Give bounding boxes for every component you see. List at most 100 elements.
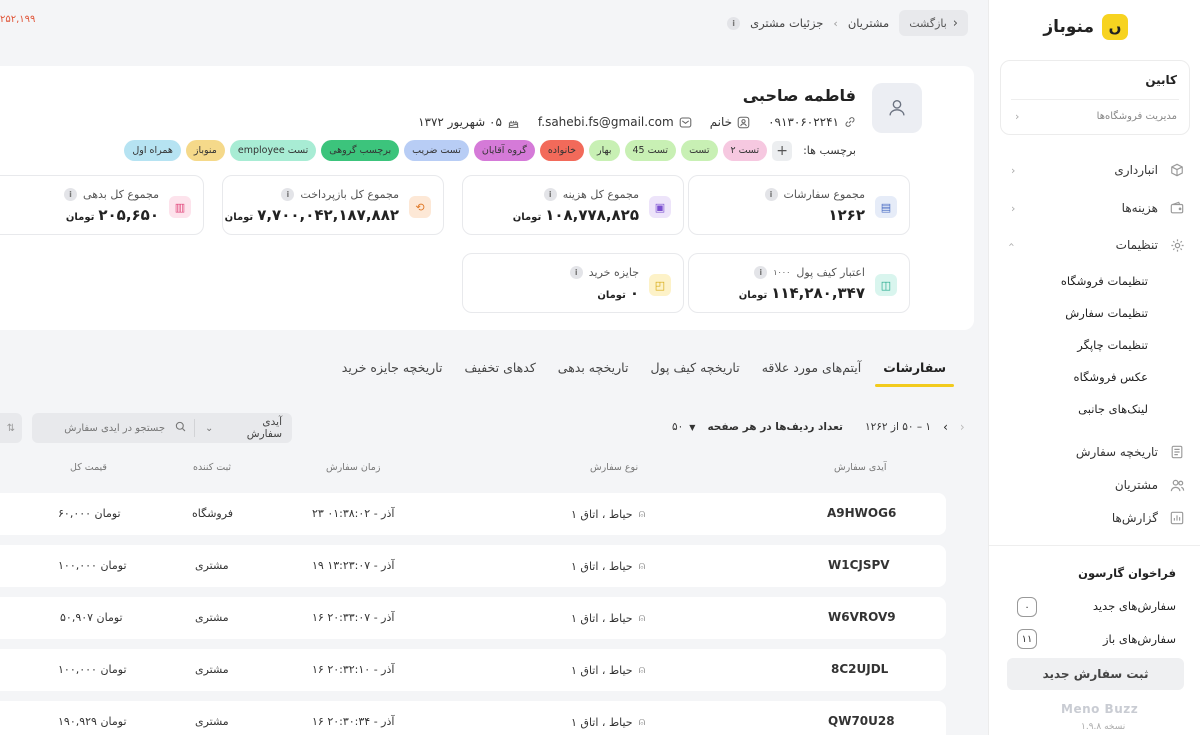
order-time: ۱۶ آذر - ۲۰:۳۳:۰۷ bbox=[312, 611, 395, 624]
nav-item-customers[interactable]: مشتریان bbox=[1115, 473, 1186, 497]
link-icon bbox=[845, 117, 855, 127]
order-type: ⍝ حیاط ، اتاق ۱ bbox=[571, 559, 645, 573]
wallet-icon: ◫ bbox=[875, 274, 897, 296]
birthday-item: ۰۵ شهریور ۱۳۷۲ bbox=[418, 115, 520, 129]
tag-chip[interactable]: برچسب گروهی bbox=[321, 140, 400, 161]
tag-chip[interactable]: بهار bbox=[588, 140, 620, 161]
tag-chip[interactable]: گروه آقایان bbox=[473, 140, 535, 161]
th-order-id[interactable]: آیدی سفارش bbox=[834, 462, 887, 473]
search-field-select[interactable]: آیدی سفارش ⌄ bbox=[194, 416, 292, 440]
table-row[interactable]: QW70U28 ⍝ حیاط ، اتاق ۱ ۱۶ آذر - ۲۰:۳۰:۳۴… bbox=[0, 701, 946, 735]
stat-label-text: مجموع سفارشات bbox=[783, 188, 865, 201]
open-orders-label[interactable]: سفارش‌های باز bbox=[1103, 632, 1176, 646]
rows-per-page-select[interactable]: ▼ ۵۰ bbox=[672, 421, 695, 433]
order-total: ۱۹۰,۹۲۹ تومان bbox=[58, 715, 127, 728]
stat-label-text: مجموع کل بازپرداخت bbox=[300, 188, 399, 201]
chevron-down-icon: ▼ bbox=[689, 422, 696, 432]
mail-icon bbox=[679, 117, 691, 127]
nav-item-label: تنظیمات bbox=[1115, 238, 1158, 252]
search-input[interactable] bbox=[32, 413, 173, 443]
info-icon[interactable]: i bbox=[727, 16, 741, 30]
sub-item-printer-settings[interactable]: تنظیمات چاپگر bbox=[1077, 338, 1148, 352]
cabin-title: کابین bbox=[1145, 73, 1177, 87]
info-icon[interactable]: i bbox=[64, 188, 78, 201]
prev-page-button[interactable]: ‹ bbox=[960, 420, 965, 434]
stat-value: ۰ تومان bbox=[597, 284, 639, 302]
order-search: آیدی سفارش ⌄ bbox=[32, 413, 292, 443]
order-time: ۱۶ آذر - ۲۰:۳۲:۱۰ bbox=[312, 663, 395, 676]
open-orders-count[interactable]: ۱۱ bbox=[1017, 629, 1037, 649]
stat-total-debt: ▥ مجموع کل بدهی i ۲۰۵,۶۵۰ تومان bbox=[0, 175, 204, 235]
avatar bbox=[872, 83, 922, 133]
sidebar-divider bbox=[989, 545, 1200, 546]
tab-orders[interactable]: سفارشات bbox=[875, 360, 954, 387]
sub-item-store-settings[interactable]: تنظیمات فروشگاه bbox=[1061, 274, 1148, 288]
rows-per-page-label: تعداد ردیف‌ها در هر صفحه bbox=[707, 421, 843, 433]
bell-icon: ⍝ bbox=[638, 611, 646, 624]
pagination: ‹ › ۱ – ۵۰ از ۱۲۶۲ تعداد ردیف‌ها در هر ص… bbox=[672, 420, 965, 434]
sub-item-store-photo[interactable]: عکس فروشگاه bbox=[1074, 370, 1148, 384]
chevron-down-icon: ⌄ bbox=[205, 422, 214, 434]
stat-label-text: اعتبار کیف پول bbox=[796, 266, 865, 279]
nav-item-inventory[interactable]: انبارداری bbox=[1114, 158, 1186, 182]
new-orders-count[interactable]: ۰ bbox=[1017, 597, 1037, 617]
nav-item-settings[interactable]: تنظیمات bbox=[1116, 233, 1186, 257]
th-total[interactable]: قیمت کل bbox=[70, 462, 107, 473]
tag-chip[interactable]: منوباز bbox=[185, 140, 225, 161]
nav-item-order-history[interactable]: تاریخچه سفارش bbox=[1076, 440, 1186, 464]
tag-chip[interactable]: همراه اول bbox=[124, 140, 181, 161]
order-total: ۶۰,۰۰۰ تومان bbox=[58, 507, 121, 520]
stat-value: ۲۰۵,۶۵۰ تومان bbox=[66, 206, 159, 224]
info-icon[interactable]: i bbox=[569, 266, 583, 279]
tag-chip[interactable]: خانواده bbox=[539, 140, 584, 161]
new-orders-label[interactable]: سفارش‌های جدید bbox=[1093, 599, 1176, 613]
next-page-button[interactable]: › bbox=[943, 420, 948, 434]
info-icon[interactable]: i bbox=[754, 266, 768, 279]
stat-extra: ۱۰۰۰ bbox=[773, 268, 791, 277]
info-icon[interactable]: i bbox=[764, 188, 778, 201]
add-tag-button[interactable]: + bbox=[772, 140, 793, 161]
th-order-time[interactable]: زمان سفارش bbox=[326, 462, 380, 473]
new-order-button[interactable]: ثبت سفارش جدید bbox=[1007, 658, 1184, 690]
nav-item-expenses[interactable]: هزینه‌ها bbox=[1122, 196, 1186, 220]
info-icon[interactable]: i bbox=[543, 188, 557, 201]
th-creator[interactable]: ثبت کننده bbox=[193, 462, 231, 473]
tab-debt-history[interactable]: تاریخچه بدهی bbox=[558, 360, 629, 383]
order-id: QW70U28 bbox=[828, 714, 895, 728]
order-type-text: حیاط ، اتاق ۱ bbox=[571, 559, 633, 573]
tag-chip[interactable]: تست ضریب bbox=[404, 140, 469, 161]
tag-chip[interactable]: تست employee bbox=[229, 140, 317, 161]
tag-chip[interactable]: تست bbox=[681, 140, 718, 161]
sort-button[interactable]: ⇅ bbox=[0, 413, 22, 443]
nav-item-label: مشتریان bbox=[1114, 478, 1158, 492]
tag-chip[interactable]: تست 45 bbox=[624, 140, 677, 161]
back-button[interactable]: ‹ بازگشت bbox=[899, 10, 968, 36]
order-time: ۱۶ آذر - ۲۰:۳۰:۳۴ bbox=[312, 715, 395, 728]
tags-row: برچسب ها: + تست ۲ تست تست 45 بهار خانواد… bbox=[124, 140, 856, 161]
nav-item-label: تاریخچه سفارش bbox=[1075, 445, 1158, 459]
customer-birthday: ۰۵ شهریور ۱۳۷۲ bbox=[418, 115, 502, 129]
sub-item-side-links[interactable]: لینک‌های جانبی bbox=[1078, 402, 1148, 416]
table-row[interactable]: W6VROV9 ⍝ حیاط ، اتاق ۱ ۱۶ آذر - ۲۰:۳۳:۰۷… bbox=[0, 597, 946, 639]
breadcrumb-customers[interactable]: مشتریان bbox=[848, 16, 889, 30]
stat-label: جایزه خرید i bbox=[569, 266, 639, 279]
brand-logo[interactable]: ں منوباز bbox=[1043, 14, 1128, 40]
sub-item-order-settings[interactable]: تنظیمات سفارش bbox=[1065, 306, 1148, 320]
th-order-type[interactable]: نوع سفارش bbox=[590, 462, 638, 473]
tab-favorites[interactable]: آیتم‌های مورد علاقه bbox=[762, 360, 862, 383]
table-row[interactable]: A9HWOG6 ⍝ حیاط ، اتاق ۱ ۲۳ آذر - ۰۱:۳۸:۰۲… bbox=[0, 493, 946, 535]
table-row[interactable]: W1CJSPV ⍝ حیاط ، اتاق ۱ ۱۹ آذر - ۱۳:۲۳:۰۷… bbox=[0, 545, 946, 587]
nav-item-reports[interactable]: گزارش‌ها bbox=[1112, 506, 1186, 530]
order-creator: مشتری bbox=[195, 715, 229, 728]
table-row[interactable]: 8C2UJDL ⍝ حیاط ، اتاق ۱ ۱۶ آذر - ۲۰:۳۲:۱۰… bbox=[0, 649, 946, 691]
tag-chip[interactable]: تست ۲ bbox=[722, 140, 768, 161]
gear-icon bbox=[1168, 236, 1186, 254]
customer-phone: ۰۹۱۳۰۶۰۲۲۴۱ bbox=[768, 115, 839, 129]
info-icon[interactable]: i bbox=[281, 188, 295, 201]
wallet-icon bbox=[1168, 199, 1186, 217]
tab-discount-codes[interactable]: کدهای تخفیف bbox=[465, 360, 536, 383]
customer-gender: خانم bbox=[709, 115, 733, 129]
tab-reward-history[interactable]: تاریخچه جایزه خرید bbox=[342, 360, 443, 383]
cabin-store-management-link[interactable]: مدیریت فروشگاه‌ها bbox=[1097, 111, 1177, 122]
tab-wallet-history[interactable]: تاریخچه کیف پول bbox=[650, 360, 739, 383]
